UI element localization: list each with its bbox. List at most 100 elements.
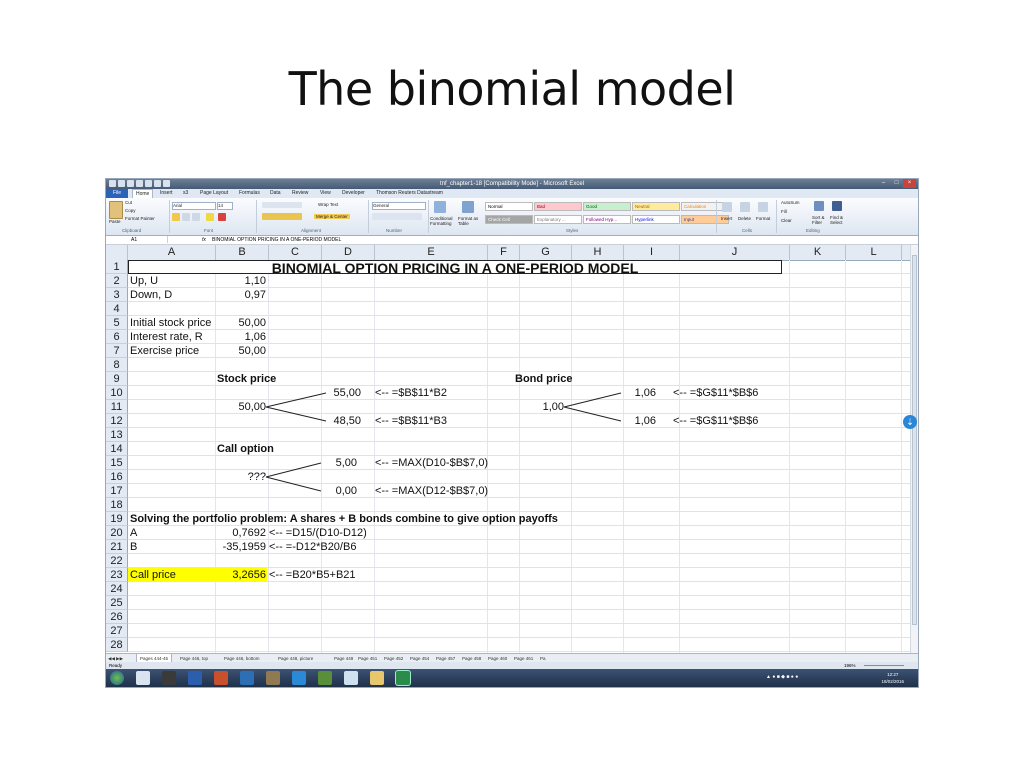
zoom-level[interactable]: 196% [844,662,856,669]
insert-cells-button[interactable]: Insert [721,216,732,221]
word-icon[interactable] [188,671,202,685]
vertical-scrollbar[interactable] [910,245,918,657]
ribbon-tabs: File Home Insert s3 Page Layout Formulas… [106,189,918,198]
formula-input[interactable]: BINOMIAL OPTION PRICING IN A ONE-PERIOD … [212,236,341,244]
maximize-icon[interactable]: □ [890,179,903,188]
tree-lines [265,392,622,492]
editing-group-label: Editing [806,228,820,233]
formula-bar: A1 fx BINOMIAL OPTION PRICING IN A ONE-P… [106,236,918,245]
system-tray-icons[interactable]: ▲ ● ■ ◆ ■ ● ● [766,674,876,682]
ribbon-divider [716,200,717,233]
format-cells-button[interactable]: Format [756,216,770,221]
ribbon-divider [776,200,777,233]
wrap-text-button[interactable]: Wrap Text [318,202,338,207]
name-box[interactable]: A1 [106,236,168,243]
clock-date: 18/02/2016 [881,679,904,684]
taskbar-clock[interactable]: 12:27 18/02/2016 [881,671,904,685]
mail-icon[interactable] [266,671,280,685]
font-size-select[interactable]: 14 [217,202,233,210]
tab-file[interactable]: File [106,189,128,198]
tab-home[interactable]: Home [132,189,154,198]
chrome-icon[interactable] [344,671,358,685]
format-painter-button[interactable]: Format Painter [125,216,155,221]
cell-style-8[interactable]: Hyperlink [632,215,680,224]
paste-icon[interactable] [109,201,123,219]
tab-data[interactable]: Data [270,189,281,198]
cut-button[interactable]: Cut [125,200,132,205]
tab-datastream[interactable]: Thomson Reuters Datastream [376,189,443,198]
font-group-label: Font [204,228,214,233]
matlab-icon[interactable] [240,671,254,685]
copy-button[interactable]: Copy [125,208,136,213]
delete-cells-button[interactable]: Delete [738,216,751,221]
sort-filter-icon[interactable] [814,201,824,211]
clipboard-group-label: Clipboard [122,228,142,233]
number-format-select[interactable]: General [372,202,426,210]
excel-icon[interactable] [396,671,410,685]
number-format-icons[interactable] [372,213,422,220]
tab-page-layout[interactable]: Page Layout [200,189,228,198]
tab-formulas[interactable]: Formulas [239,189,260,198]
cs-app-icon[interactable] [162,671,176,685]
windows-taskbar: ▲ ● ■ ◆ ■ ● ● 12:27 18/02/2016 [106,669,918,687]
cell-style-5[interactable]: Check Cell [485,215,533,224]
find-select-icon[interactable] [832,201,842,211]
tab-insert[interactable]: Insert [160,189,173,198]
zoom-slider[interactable] [864,665,904,666]
italic-icon[interactable] [182,213,190,221]
minimize-icon[interactable]: – [877,179,890,188]
cell-style-0[interactable]: Normal [485,202,533,211]
find-select-button[interactable]: Find & Select [830,215,848,225]
window-titlebar: tnf_chapter1-18 [Compatibility Mode] - M… [106,179,918,189]
cell-style-2[interactable]: Good [583,202,631,211]
insert-cells-icon[interactable] [722,202,732,212]
start-button-icon[interactable] [110,671,124,685]
fill-button[interactable]: Fill [781,209,787,214]
tab-review[interactable]: Review [292,189,308,198]
cell-style-6[interactable]: Explanatory ... [534,215,582,224]
close-icon[interactable]: × [903,179,916,188]
fx-icon[interactable]: fx [202,236,206,244]
powerpoint-icon[interactable] [214,671,228,685]
font-color-icon[interactable] [218,213,226,221]
cell-style-3[interactable]: Neutral [632,202,680,211]
excel-screenshot: tnf_chapter1-18 [Compatibility Mode] - M… [106,179,918,687]
tab-view[interactable]: View [320,189,331,198]
number-group-label: Number [386,228,403,233]
conditional-formatting-button[interactable]: Conditional Formatting [430,216,456,226]
explorer-icon[interactable] [370,671,384,685]
clear-button[interactable]: Clear [781,218,792,223]
status-bar: Ready 196% [106,662,918,669]
paste-label[interactable]: Paste [109,219,121,224]
alignment-group-label: Alignment [301,228,322,233]
bold-icon[interactable] [172,213,180,221]
dropbox-badge-icon[interactable]: ⇣ [903,415,917,429]
font-name-select[interactable]: Arial [172,202,216,210]
styles-group-label: Styles [566,228,579,233]
tab-s3[interactable]: s3 [183,189,188,198]
slide-title: The binomial model [288,62,736,116]
conditional-formatting-icon[interactable] [434,201,446,213]
ribbon-divider [428,200,429,233]
app-icon[interactable] [318,671,332,685]
underline-icon[interactable] [192,213,200,221]
cell-style-7[interactable]: Followed Hyp... [583,215,631,224]
format-as-table-button[interactable]: Format as Table [458,216,482,226]
delete-cells-icon[interactable] [740,202,750,212]
clock-time: 12:27 [887,672,899,677]
format-table-icon[interactable] [462,201,474,213]
autosum-button[interactable]: AutoSum [781,200,800,205]
tab-developer[interactable]: Developer [342,189,365,198]
align-icons[interactable] [262,202,302,208]
ribbon: Paste Cut Copy Format Painter Clipboard … [106,198,918,236]
fill-color-icon[interactable] [206,213,214,221]
media-player-icon[interactable] [136,671,150,685]
cell-style-1[interactable]: Bad [534,202,582,211]
status-ready: Ready [109,663,123,668]
center-align-icons[interactable] [262,213,302,220]
ribbon-divider [169,200,170,233]
format-cells-icon[interactable] [758,202,768,212]
sort-filter-button[interactable]: Sort & Filter [812,215,828,225]
internet-explorer-icon[interactable] [292,671,306,685]
merge-center-button[interactable]: Merge & Center [314,214,350,219]
